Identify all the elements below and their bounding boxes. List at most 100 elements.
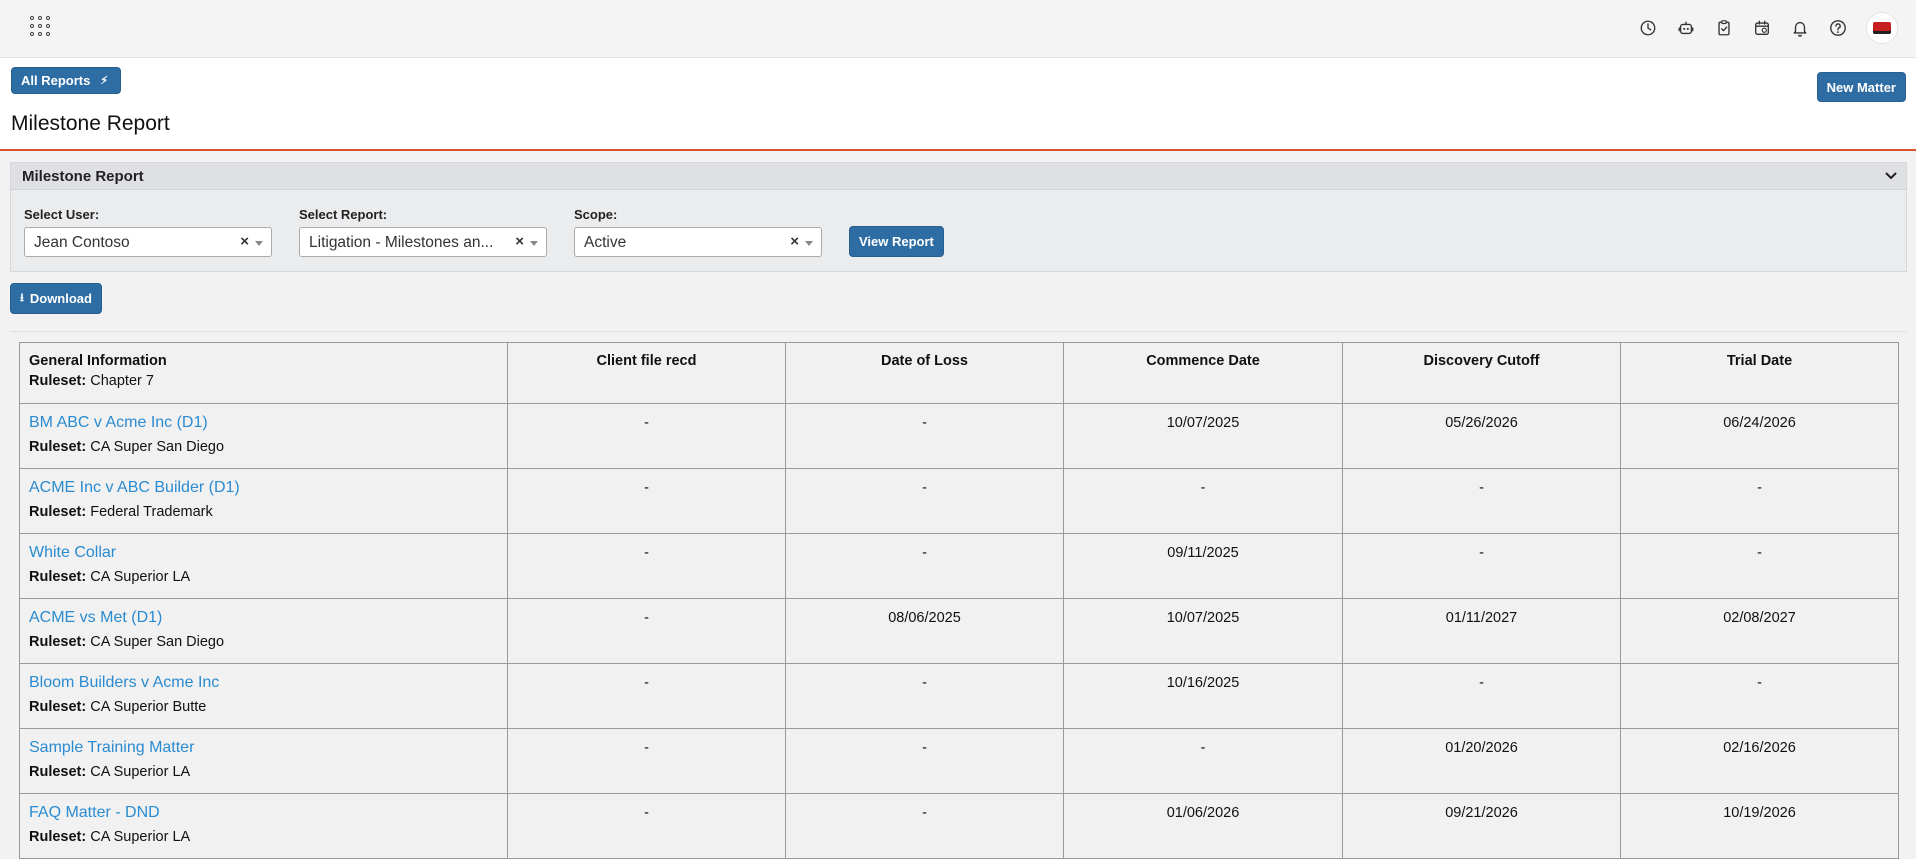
- commence-date-cell: 09/11/2025: [1063, 533, 1343, 599]
- table-row: ACME vs Met (D1) Ruleset: CA Super San Di…: [19, 598, 1899, 664]
- matter-link[interactable]: Bloom Builders v Acme Inc: [29, 674, 507, 692]
- matter-link[interactable]: ACME vs Met (D1): [29, 609, 507, 627]
- download-button[interactable]: ⭳ Download: [10, 283, 102, 314]
- all-reports-label: All Reports: [21, 73, 91, 88]
- client-file-recd-cell: -: [507, 663, 786, 729]
- ruleset-value: CA Superior LA: [90, 829, 191, 845]
- general-information-cell: FAQ Matter - DND Ruleset: CA Superior LA: [19, 793, 508, 859]
- general-information-cell: White Collar Ruleset: CA Superior LA: [19, 533, 508, 599]
- trial-date-cell: -: [1620, 533, 1899, 599]
- bolt-icon: ⚡︎: [100, 75, 109, 87]
- discovery-cutoff-cell: -: [1342, 663, 1621, 729]
- select-report-value: Litigation - Milestones an...: [309, 234, 494, 251]
- scope-dropdown[interactable]: Active ×: [574, 227, 822, 257]
- ruleset-line: Ruleset: Federal Trademark: [29, 504, 507, 520]
- date-of-loss-cell: -: [785, 728, 1064, 794]
- commence-date-cell: 10/07/2025: [1063, 403, 1343, 469]
- table-header-row: General Information Ruleset: Chapter 7 C…: [19, 342, 1899, 404]
- clear-icon[interactable]: ×: [240, 233, 249, 250]
- matter-link[interactable]: ACME Inc v ABC Builder (D1): [29, 479, 507, 497]
- avatar[interactable]: [1866, 12, 1898, 44]
- report-filter-panel: Milestone Report Select User: Jean Conto…: [10, 162, 1907, 272]
- robot-icon[interactable]: [1674, 16, 1698, 40]
- client-file-recd-cell: -: [507, 533, 786, 599]
- commence-date-cell: -: [1063, 468, 1343, 534]
- scope-value: Active: [584, 234, 627, 251]
- table-row: ACME Inc v ABC Builder (D1) Ruleset: Fede…: [19, 468, 1899, 534]
- discovery-cutoff-cell: 01/20/2026: [1342, 728, 1621, 794]
- ruleset-value: CA Superior Butte: [90, 699, 207, 715]
- matter-link[interactable]: White Collar: [29, 544, 507, 562]
- general-information-cell: ACME vs Met (D1) Ruleset: CA Super San Di…: [19, 598, 508, 664]
- ruleset-label: Ruleset:: [29, 764, 87, 780]
- table-row: FAQ Matter - DND Ruleset: CA Superior LA -…: [19, 793, 1899, 859]
- matter-link[interactable]: FAQ Matter - DND: [29, 804, 507, 822]
- select-report-field: Select Report: Litigation - Milestones a…: [299, 207, 547, 257]
- help-icon[interactable]: [1826, 16, 1850, 40]
- bell-icon[interactable]: [1788, 16, 1812, 40]
- table-row: Bloom Builders v Acme Inc Ruleset: CA Sup…: [19, 663, 1899, 729]
- client-file-recd-cell: -: [507, 598, 786, 664]
- ruleset-line: Ruleset: CA Super San Diego: [29, 634, 507, 650]
- ruleset-line: Ruleset: CA Superior Butte: [29, 699, 507, 715]
- table-body: BM ABC v Acme Inc (D1) Ruleset: CA Super …: [19, 403, 1899, 859]
- matter-link[interactable]: Sample Training Matter: [29, 739, 507, 757]
- clear-icon[interactable]: ×: [790, 233, 799, 250]
- ruleset-value: CA Superior LA: [90, 569, 191, 585]
- trial-date-cell: 02/08/2027: [1620, 598, 1899, 664]
- date-of-loss-cell: 08/06/2025: [785, 598, 1064, 664]
- top-navigation-bar: [0, 0, 1916, 58]
- app-launcher-icon[interactable]: [30, 16, 52, 38]
- ruleset-label: Ruleset:: [29, 634, 87, 650]
- column-header-date-of-loss: Date of Loss: [785, 342, 1064, 404]
- dropdown-arrow-icon[interactable]: [805, 241, 813, 246]
- discovery-cutoff-cell: 05/26/2026: [1342, 403, 1621, 469]
- ruleset-label: Ruleset:: [29, 699, 87, 715]
- new-matter-button[interactable]: New Matter: [1816, 72, 1906, 102]
- date-of-loss-cell: -: [785, 663, 1064, 729]
- column-header-trial-date: Trial Date: [1620, 342, 1899, 404]
- view-report-button[interactable]: View Report: [849, 226, 944, 257]
- milestone-report-table: General Information Ruleset: Chapter 7 C…: [19, 342, 1899, 859]
- date-of-loss-cell: -: [785, 468, 1064, 534]
- table-row: White Collar Ruleset: CA Superior LA - -09/…: [19, 533, 1899, 599]
- panel-header[interactable]: Milestone Report: [11, 163, 1906, 190]
- all-reports-button[interactable]: All Reports ⚡︎: [11, 67, 122, 94]
- ruleset-value: CA Super San Diego: [90, 439, 225, 455]
- ruleset-label: Ruleset:: [29, 829, 87, 845]
- general-information-cell: BM ABC v Acme Inc (D1) Ruleset: CA Super …: [19, 403, 508, 469]
- trial-date-cell: -: [1620, 468, 1899, 534]
- column-header-general-information: General Information Ruleset: Chapter 7: [19, 342, 508, 404]
- select-user-field: Select User: Jean Contoso ×: [24, 207, 272, 257]
- download-icon: ⭳: [20, 292, 24, 304]
- trial-date-cell: 02/16/2026: [1620, 728, 1899, 794]
- select-user-label: Select User:: [24, 207, 100, 222]
- general-information-cell: Sample Training Matter Ruleset: CA Superi…: [19, 728, 508, 794]
- client-file-recd-cell: -: [507, 403, 786, 469]
- matter-link[interactable]: BM ABC v Acme Inc (D1): [29, 414, 507, 432]
- ruleset-line: Ruleset: CA Super San Diego: [29, 439, 507, 455]
- select-user-dropdown[interactable]: Jean Contoso ×: [24, 227, 272, 257]
- ruleset-label: Ruleset:: [29, 373, 87, 389]
- clipboard-check-icon[interactable]: [1712, 16, 1736, 40]
- commence-date-cell: -: [1063, 728, 1343, 794]
- chevron-down-icon[interactable]: [1884, 169, 1898, 183]
- download-label: Download: [29, 291, 92, 306]
- dropdown-arrow-icon[interactable]: [530, 241, 538, 246]
- clock-icon[interactable]: [1636, 16, 1660, 40]
- calendar-clock-icon[interactable]: [1750, 16, 1774, 40]
- table-row: Sample Training Matter Ruleset: CA Superi…: [19, 728, 1899, 794]
- date-of-loss-cell: -: [785, 403, 1064, 469]
- trial-date-cell: -: [1620, 663, 1899, 729]
- commence-date-cell: 10/16/2025: [1063, 663, 1343, 729]
- panel-title: Milestone Report: [22, 167, 144, 185]
- clear-icon[interactable]: ×: [515, 233, 524, 250]
- commence-date-cell: 10/07/2025: [1063, 598, 1343, 664]
- avatar-logo-icon: [1873, 22, 1891, 34]
- select-report-dropdown[interactable]: Litigation - Milestones an... ×: [299, 227, 547, 257]
- dropdown-arrow-icon[interactable]: [255, 241, 263, 246]
- general-information-cell: ACME Inc v ABC Builder (D1) Ruleset: Fede…: [19, 468, 508, 534]
- ruleset-value: CA Super San Diego: [90, 634, 225, 650]
- ruleset-line: Ruleset: CA Superior LA: [29, 569, 507, 585]
- page-title: Milestone Report: [11, 112, 170, 135]
